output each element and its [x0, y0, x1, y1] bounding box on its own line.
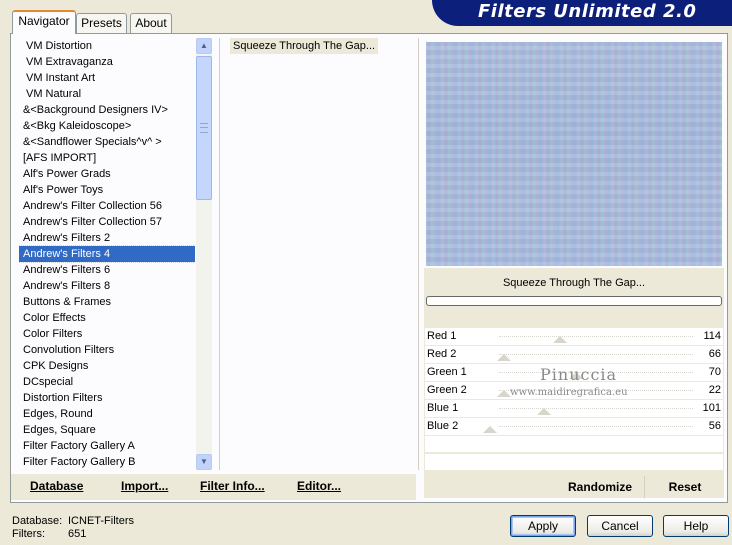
watermark-name: Pinuccia — [540, 365, 618, 384]
slider-track[interactable] — [499, 426, 693, 428]
category-item[interactable]: Andrew's Filters 2 — [19, 230, 195, 246]
slider-value: 70 — [708, 366, 721, 378]
randomize-button[interactable]: Randomize — [560, 476, 640, 498]
category-item[interactable]: Color Filters — [19, 326, 195, 342]
slider-value: 114 — [703, 330, 721, 342]
filter-list[interactable]: Squeeze Through The Gap... — [219, 38, 419, 470]
status-database-value: ICNET-Filters — [68, 515, 134, 527]
slider-label: Red 2 — [427, 348, 457, 360]
category-item[interactable]: Buttons & Frames — [19, 294, 195, 310]
preview-filter-name: Squeeze Through The Gap... — [502, 277, 646, 289]
tab-about[interactable]: About — [130, 13, 172, 33]
category-item[interactable]: &<Sandflower Specials^v^ > — [19, 134, 195, 150]
status-filters: Filters: 651 — [12, 528, 86, 540]
slider-thumb-icon[interactable] — [483, 426, 497, 433]
category-item[interactable]: Edges, Square — [19, 422, 195, 438]
category-item[interactable]: Filter Factory Gallery A — [19, 438, 195, 454]
cancel-button[interactable]: Cancel — [587, 515, 653, 537]
slider-value: 66 — [708, 348, 721, 360]
category-item[interactable]: DCspecial — [19, 374, 195, 390]
slider-label: Green 2 — [427, 384, 467, 396]
slider-thumb-icon[interactable] — [497, 354, 511, 361]
slider-label: Blue 2 — [427, 420, 459, 432]
category-item[interactable]: VM Natural — [19, 86, 195, 102]
slider-row[interactable]: Red 2 66 — [425, 346, 723, 363]
filter-item[interactable]: Squeeze Through The Gap... — [230, 38, 379, 54]
progress-bar — [426, 296, 722, 306]
scroll-thumb[interactable] — [196, 56, 212, 200]
category-item[interactable]: Andrew's Filters 8 — [19, 278, 195, 294]
status-database: Database: ICNET-Filters — [12, 515, 134, 527]
scroll-up-icon[interactable]: ▲ — [196, 38, 212, 54]
category-item[interactable]: VM Extravaganza — [19, 54, 195, 70]
slider-track[interactable] — [499, 336, 693, 338]
category-item[interactable]: Alf's Power Toys — [19, 182, 195, 198]
scroll-down-icon[interactable]: ▼ — [196, 454, 212, 470]
editor-button[interactable]: Editor... — [297, 479, 341, 493]
slider-value: 22 — [708, 384, 721, 396]
category-list[interactable]: VM Distortion VM Extravaganza VM Instant A… — [19, 38, 195, 470]
status-filters-label: Filters: — [12, 528, 45, 540]
category-item[interactable]: Color Effects — [19, 310, 195, 326]
slider-row[interactable]: Red 1 114 — [425, 328, 723, 345]
category-item[interactable]: &<Background Designers IV> — [19, 102, 195, 118]
reset-button[interactable]: Reset — [644, 476, 725, 498]
category-item[interactable]: Filter Factory Gallery B — [19, 454, 195, 470]
tab-navigator[interactable]: Navigator — [12, 10, 76, 34]
import-button[interactable]: Import... — [121, 479, 168, 493]
slider-thumb-icon[interactable] — [497, 390, 511, 397]
grip-icon — [200, 123, 208, 133]
empty-slot — [425, 436, 723, 452]
status-database-label: Database: — [12, 515, 63, 527]
slider-label: Green 1 — [427, 366, 467, 378]
preview-image — [426, 42, 722, 266]
slider-value: 101 — [702, 402, 721, 414]
tab-presets[interactable]: Presets — [76, 13, 127, 33]
category-item[interactable]: Andrew's Filter Collection 57 — [19, 214, 195, 230]
category-item[interactable]: [AFS IMPORT] — [19, 150, 195, 166]
database-button[interactable]: Database — [30, 479, 83, 493]
slider-thumb-icon[interactable] — [553, 336, 567, 343]
category-item[interactable]: VM Distortion — [19, 38, 195, 54]
category-item[interactable]: VM Instant Art — [19, 70, 195, 86]
category-scrollbar[interactable]: ▲ ▼ — [196, 38, 212, 470]
apply-button[interactable]: Apply — [510, 515, 576, 537]
slider-track[interactable] — [499, 354, 693, 356]
category-item[interactable]: Convolution Filters — [19, 342, 195, 358]
slider-value: 56 — [708, 420, 721, 432]
category-item[interactable]: Edges, Round — [19, 406, 195, 422]
slider-thumb-icon[interactable] — [537, 408, 551, 415]
category-item[interactable]: Andrew's Filter Collection 56 — [19, 198, 195, 214]
status-filters-value: 651 — [68, 528, 87, 540]
category-item[interactable]: Distortion Filters — [19, 390, 195, 406]
slider-row[interactable]: Blue 1 101 — [425, 400, 723, 417]
category-item[interactable]: Andrew's Filters 4 — [19, 245, 195, 263]
category-item[interactable]: CPK Designs — [19, 358, 195, 374]
slider-label: Blue 1 — [427, 402, 459, 414]
slider-row[interactable]: Blue 2 56 — [425, 418, 723, 435]
slider-track[interactable] — [499, 408, 693, 410]
slider-label: Red 1 — [427, 330, 457, 342]
help-button[interactable]: Help — [663, 515, 729, 537]
watermark-url: www.maidiregrafica.eu — [510, 387, 628, 398]
category-item[interactable]: &<Bkg Kaleidoscope> — [19, 118, 195, 134]
category-item[interactable]: Andrew's Filters 6 — [19, 262, 195, 278]
app-title: Filters Unlimited 2.0 — [478, 1, 697, 22]
empty-slot — [425, 454, 723, 470]
filter-info-button[interactable]: Filter Info... — [200, 479, 265, 493]
category-item[interactable]: Alf's Power Grads — [19, 166, 195, 182]
